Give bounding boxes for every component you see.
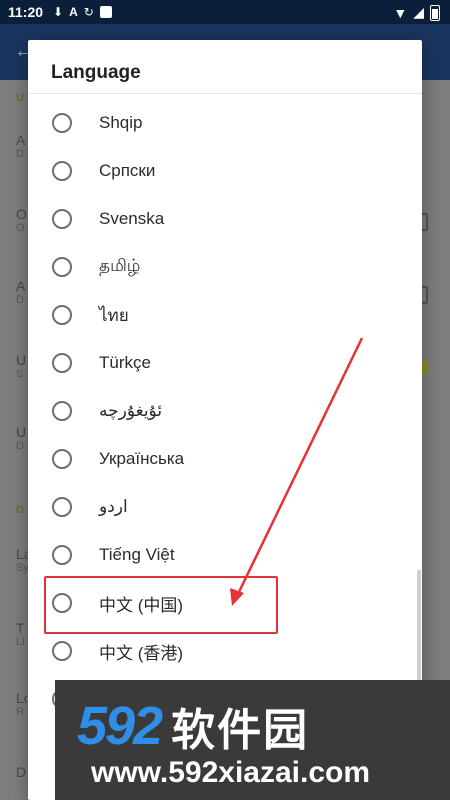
watermark-chinese: 软件园	[171, 706, 310, 755]
watermark-url: www.592xiazai.com	[91, 756, 371, 789]
watermark-numbers: 592	[77, 696, 163, 756]
watermark: 592 软件园 www.592xiazai.com	[55, 680, 450, 800]
watermark-logo: 592 软件园	[77, 694, 309, 758]
